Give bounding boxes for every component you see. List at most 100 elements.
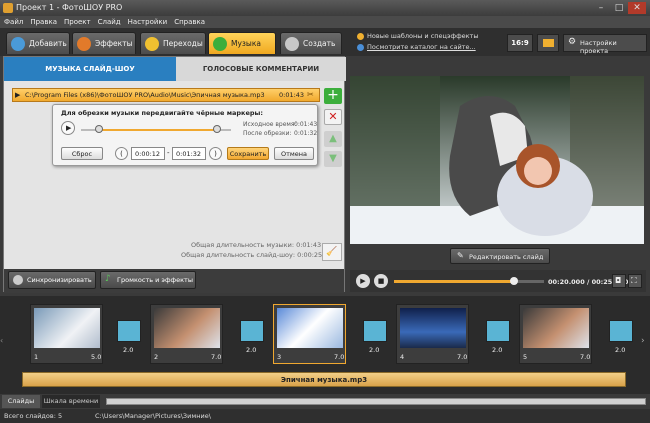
slide-image <box>34 308 100 348</box>
scroll-left-icon[interactable]: ‹ <box>0 336 8 352</box>
slide-thumbnail-1[interactable]: 1 5.0 <box>30 304 103 364</box>
snapshot-button[interactable]: ◘ <box>612 274 626 288</box>
menu-edit[interactable]: Правка <box>26 16 60 26</box>
trim-title: Для обрезки музыки передвигайте чёрные м… <box>61 109 264 117</box>
menu-file[interactable]: Файл <box>0 16 26 26</box>
slide-duration: 7.0 <box>334 353 345 361</box>
move-up-button[interactable]: ▲ <box>324 131 342 147</box>
tab-timeline[interactable]: Шкала времени <box>42 395 100 408</box>
transition-duration: 2.0 <box>246 346 257 354</box>
fullscreen-button[interactable]: ⛶ <box>628 274 642 288</box>
cancel-button[interactable]: Отмена <box>274 147 314 160</box>
scroll-right-icon[interactable]: › <box>641 336 649 352</box>
scissors-icon[interactable]: ✂ <box>307 90 314 99</box>
tab-music[interactable]: Музыка <box>208 32 276 54</box>
transition-5[interactable] <box>609 320 633 342</box>
screen-button[interactable] <box>537 34 559 52</box>
trimmed-time-label: После обрезки: <box>243 130 292 137</box>
end-marker[interactable] <box>213 125 221 133</box>
slide-image <box>154 308 220 348</box>
music-track-item[interactable]: ▶ C:\Program Files (x86)\ФотоШОУ PRO\Aud… <box>12 88 320 102</box>
music-note-icon <box>213 37 227 51</box>
main-toolbar: Добавить Эффекты Переходы Музыка Создать… <box>0 28 650 56</box>
templates-link[interactable]: Новые шаблоны и спецэффекты <box>367 32 478 40</box>
original-time-label: Исходное время: <box>243 121 297 128</box>
tab-effects[interactable]: Эффекты <box>72 32 136 54</box>
star-icon <box>145 37 159 51</box>
stop-icon: ■ <box>377 277 385 285</box>
slide-duration: 7.0 <box>580 353 591 361</box>
slide-number: 1 <box>34 353 39 361</box>
start-time-field[interactable]: 0:00:12 <box>131 147 165 160</box>
transition-3[interactable] <box>363 320 387 342</box>
catalog-link[interactable]: Посмотрите каталог на сайте... <box>367 43 476 51</box>
slide-image <box>400 308 466 348</box>
reset-button[interactable]: Сброс <box>61 147 103 160</box>
slide-preview <box>350 76 644 244</box>
play-icon: ▶ <box>360 277 366 285</box>
menu-slide[interactable]: Слайд <box>94 16 124 26</box>
music-note-icon: ♪ <box>105 274 111 284</box>
slide-thumbnail-4[interactable]: 4 7.0 <box>396 304 469 364</box>
horizontal-scrollbar[interactable] <box>106 398 646 405</box>
save-button[interactable]: Сохранить <box>227 147 269 160</box>
playback-progress <box>394 280 514 283</box>
transition-2[interactable] <box>240 320 264 342</box>
track-path: C:\Program Files (x86)\ФотоШОУ PRO\Audio… <box>25 91 265 99</box>
play-icon: ▶ <box>66 124 72 132</box>
minimize-button[interactable]: – <box>592 2 610 14</box>
transition-1[interactable] <box>117 320 141 342</box>
app-icon <box>3 3 13 13</box>
music-track-bar[interactable]: Эпичная музыка.mp3 <box>22 372 626 387</box>
close-button[interactable]: ✕ <box>628 2 646 14</box>
start-marker[interactable] <box>95 125 103 133</box>
set-end-button[interactable]: ) <box>209 147 222 160</box>
slide-duration: 5.0 <box>91 353 102 361</box>
slide-duration: 7.0 <box>457 353 468 361</box>
maximize-button[interactable]: □ <box>610 2 628 14</box>
sync-button[interactable]: Синхронизировать <box>8 271 96 289</box>
volume-effects-button[interactable]: ♪ Громкость и эффекты <box>100 271 196 289</box>
slide-duration: 7.0 <box>211 353 222 361</box>
music-panel: МУЗЫКА СЛАЙД-ШОУ ГОЛОСОВЫЕ КОММЕНТАРИИ ▶… <box>3 56 346 293</box>
tab-slides[interactable]: Слайды <box>2 395 40 408</box>
tab-transitions[interactable]: Переходы <box>140 32 206 54</box>
playback-scrubber[interactable] <box>510 277 518 285</box>
project-settings-button[interactable]: ⚙ Настройки проекта <box>563 34 647 55</box>
expand-arrow-icon: ▶ <box>15 91 21 99</box>
play-button[interactable]: ▶ <box>61 121 75 135</box>
slide-count: Всего слайдов: 5 <box>4 412 63 420</box>
effects-icon <box>77 37 91 51</box>
end-time-field[interactable]: 0:01:32 <box>172 147 206 160</box>
menu-project[interactable]: Проект <box>60 16 94 26</box>
preview-play-button[interactable]: ▶ <box>356 274 370 288</box>
clear-button[interactable]: 🧹 <box>322 243 342 261</box>
move-down-button[interactable]: ▼ <box>324 151 342 167</box>
slide-number: 5 <box>523 353 528 361</box>
slide-thumbnail-5[interactable]: 5 7.0 <box>519 304 592 364</box>
slide-thumbnail-3[interactable]: 3 7.0 <box>273 304 346 364</box>
trim-selection <box>99 129 217 131</box>
status-bar: Всего слайдов: 5 C:\Users\Manager\Pictur… <box>0 409 650 423</box>
stop-button[interactable]: ■ <box>374 274 388 288</box>
menu-help[interactable]: Справка <box>170 16 208 26</box>
aspect-ratio-button[interactable]: 16:9 <box>507 34 533 52</box>
title-bar: Проект 1 - ФотоШОУ PRO – □ ✕ <box>0 0 650 16</box>
view-bar: Слайды Шкала времени <box>0 394 650 409</box>
music-duration-text: Общая длительность музыки: 0:01:43 <box>191 241 322 249</box>
tab-add[interactable]: Добавить <box>6 32 70 54</box>
add-music-button[interactable]: + <box>324 88 342 104</box>
set-start-button[interactable]: ( <box>115 147 128 160</box>
window-title: Проект 1 - ФотоШОУ PRO <box>16 3 123 12</box>
tab-create[interactable]: Создать <box>280 32 342 54</box>
trim-popup: Для обрезки музыки передвигайте чёрные м… <box>52 104 318 166</box>
tab-slideshow-music[interactable]: МУЗЫКА СЛАЙД-ШОУ <box>4 57 176 81</box>
menu-bar: Файл Правка Проект Слайд Настройки Справка <box>0 16 650 28</box>
delete-music-button[interactable]: ✕ <box>324 109 342 125</box>
transition-4[interactable] <box>486 320 510 342</box>
film-reel-icon <box>285 37 299 51</box>
edit-slide-button[interactable]: ✎ Редактировать слайд <box>450 248 550 264</box>
slide-thumbnail-2[interactable]: 2 7.0 <box>150 304 223 364</box>
tab-voice-comments[interactable]: ГОЛОСОВЫЕ КОММЕНТАРИИ <box>176 57 346 81</box>
menu-settings[interactable]: Настройки <box>124 16 171 26</box>
